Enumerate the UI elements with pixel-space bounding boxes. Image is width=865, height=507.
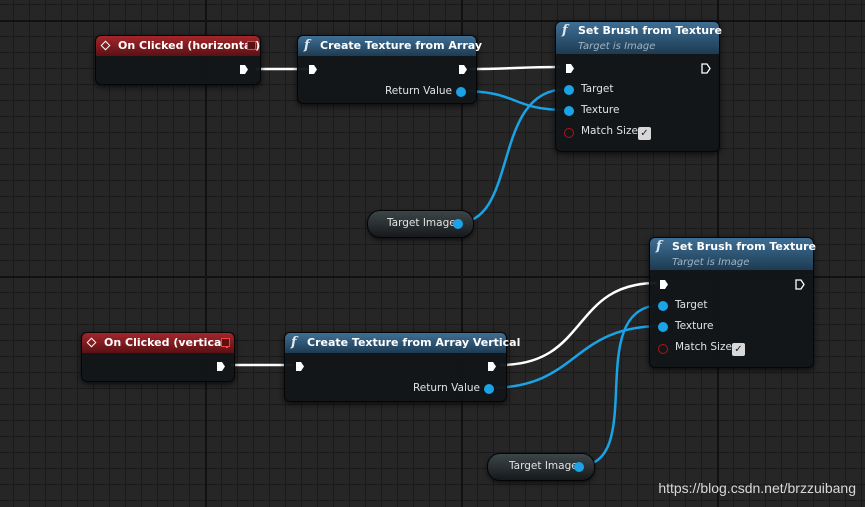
exec-wire-h2 <box>469 65 561 71</box>
target-label: Target <box>675 299 708 311</box>
match-size-label: Match Size <box>581 125 638 137</box>
exec-in-pin[interactable] <box>295 361 305 372</box>
function-icon: f <box>291 335 297 350</box>
exec-wire-v2 <box>499 281 658 367</box>
event-delegate-pin[interactable] <box>247 41 256 50</box>
match-size-checkbox[interactable]: ✓ <box>638 127 651 140</box>
watermark-text: https://blog.csdn.net/brzzuibang <box>658 480 856 496</box>
variable-label: Target Image <box>509 460 578 472</box>
variable-node-target-image-1[interactable]: Target Image <box>367 210 474 238</box>
return-value-label: Return Value <box>412 382 480 394</box>
exec-in-pin[interactable] <box>565 63 575 74</box>
node-title: Set Brush from Texture <box>672 240 816 253</box>
node-title: On Clicked (vertical) <box>104 336 231 349</box>
node-subtitle: Target is Image <box>672 257 750 268</box>
function-node-create-texture-from-array[interactable]: f Create Texture from Array Return Value <box>297 35 482 104</box>
return-value-label: Return Value <box>384 85 452 97</box>
event-node-on-clicked-horizontal[interactable]: On Clicked (horizontal) <box>95 35 261 85</box>
exec-out-pin[interactable] <box>458 64 468 75</box>
function-node-set-brush-from-texture-2[interactable]: f Set Brush from Texture Target is Image… <box>649 237 816 368</box>
texture-pin[interactable] <box>658 322 668 332</box>
function-icon: f <box>656 239 662 254</box>
event-node-on-clicked-vertical[interactable]: On Clicked (vertical) <box>81 332 235 382</box>
node-title: Create Texture from Array <box>320 39 483 52</box>
exec-in-pin[interactable] <box>308 64 318 75</box>
texture-label: Texture <box>675 320 714 332</box>
event-diamond-icon <box>100 40 111 51</box>
function-node-create-texture-from-array-vertical[interactable]: f Create Texture from Array Vertical Ret… <box>284 332 520 402</box>
exec-out-pin[interactable] <box>701 63 711 74</box>
return-value-pin[interactable] <box>484 384 494 394</box>
match-size-pin[interactable] <box>658 344 668 354</box>
exec-out-pin[interactable] <box>795 279 805 290</box>
node-title: Set Brush from Texture <box>578 24 722 37</box>
function-node-set-brush-from-texture-1[interactable]: f Set Brush from Texture Target is Image… <box>555 21 722 152</box>
blueprint-graph-canvas[interactable]: On Clicked (horizontal) f Create Texture… <box>0 0 865 507</box>
variable-out-pin[interactable] <box>453 219 463 229</box>
target-label: Target <box>581 83 614 95</box>
node-title: On Clicked (horizontal) <box>118 39 261 52</box>
target-pin[interactable] <box>658 301 668 311</box>
variable-label: Target Image <box>387 217 456 229</box>
match-size-pin[interactable] <box>564 128 574 138</box>
exec-in-pin[interactable] <box>659 279 669 290</box>
texture-label: Texture <box>581 104 620 116</box>
exec-out-pin[interactable] <box>216 361 226 372</box>
function-icon: f <box>562 23 568 38</box>
match-size-checkbox[interactable]: ✓ <box>732 343 745 356</box>
match-size-label: Match Size <box>675 341 732 353</box>
return-value-pin[interactable] <box>456 87 466 97</box>
exec-out-pin[interactable] <box>487 361 497 372</box>
exec-out-pin[interactable] <box>239 64 249 75</box>
function-icon: f <box>304 38 310 53</box>
event-diamond-icon <box>86 337 97 348</box>
event-delegate-pin[interactable] <box>221 338 230 347</box>
variable-out-pin[interactable] <box>574 462 584 472</box>
target-pin[interactable] <box>564 85 574 95</box>
node-subtitle: Target is Image <box>578 41 656 52</box>
node-title: Create Texture from Array Vertical <box>307 336 521 349</box>
texture-pin[interactable] <box>564 106 574 116</box>
variable-node-target-image-2[interactable]: Target Image <box>487 453 595 481</box>
